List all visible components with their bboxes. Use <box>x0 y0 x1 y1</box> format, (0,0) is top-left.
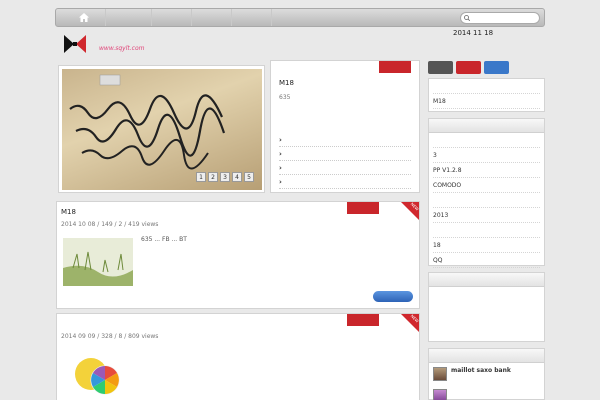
tag-grid <box>429 287 544 344</box>
list-item[interactable]: 18 <box>433 238 540 253</box>
sidebar-tab-3[interactable] <box>484 61 509 74</box>
post-category-tag[interactable] <box>347 314 379 326</box>
sidebar-tabs <box>428 61 509 74</box>
site-url: www.sqylt.com <box>99 45 145 52</box>
bowtie-logo-icon <box>64 35 86 53</box>
read-more-button[interactable] <box>373 291 413 302</box>
widget-title <box>429 349 544 363</box>
slider-image[interactable]: 1 2 3 4 5 <box>62 69 262 190</box>
nav-item-1[interactable] <box>108 9 152 26</box>
featured-post-box: M18 635 <box>270 60 420 193</box>
post-card: M18 NEW 2014 10 08 / 149 / 2 / 419 views… <box>56 201 420 309</box>
new-ribbon-label: NEW <box>409 313 420 324</box>
tag-link[interactable] <box>487 332 537 341</box>
tag-link[interactable] <box>487 304 537 313</box>
image-slider: 1 2 3 4 5 <box>58 65 265 193</box>
new-ribbon: NEW <box>401 313 420 332</box>
featured-link[interactable] <box>279 175 411 189</box>
tags-widget <box>428 272 545 342</box>
widget-title <box>429 273 544 287</box>
featured-excerpt: 635 <box>279 94 291 101</box>
tag-link[interactable] <box>487 318 537 327</box>
slider-page-4[interactable]: 4 <box>232 172 242 182</box>
slider-pagination: 1 2 3 4 5 <box>196 172 254 182</box>
post-title[interactable]: M18 <box>61 208 76 216</box>
slider-page-1[interactable]: 1 <box>196 172 206 182</box>
featured-link[interactable] <box>279 147 411 161</box>
post-excerpt: 635 ... FB ... BT <box>141 236 187 243</box>
nav-home-button[interactable] <box>62 9 106 26</box>
list-item[interactable] <box>433 193 540 208</box>
post-thumbnail[interactable] <box>63 238 133 286</box>
new-ribbon-label: NEW <box>409 201 420 212</box>
sidebar-tab-1[interactable] <box>428 61 453 74</box>
lemon-color-wheel <box>63 350 133 398</box>
top-nav-bar <box>55 8 545 27</box>
featured-tab[interactable] <box>379 61 411 73</box>
comment-body: maillot saxo bank <box>451 367 511 374</box>
widget-title <box>429 119 544 133</box>
avatar <box>433 367 447 381</box>
sidebar-top-list: M18 <box>428 78 545 112</box>
search-box <box>460 12 540 24</box>
tag-link[interactable] <box>437 304 487 313</box>
post-category-tag[interactable] <box>347 202 379 214</box>
list-item[interactable]: QQ <box>433 253 540 268</box>
search-input[interactable] <box>472 13 538 23</box>
list-item[interactable]: COMODO <box>433 178 540 193</box>
nav-item-4[interactable] <box>234 9 272 26</box>
recent-posts-list: 3 PP V1.2.8 COMODO 2013 18 QQ <box>429 133 544 268</box>
tag-link[interactable] <box>487 290 537 299</box>
list-item[interactable]: 2013 <box>433 208 540 223</box>
comment-item[interactable] <box>429 385 544 400</box>
slider-page-3[interactable]: 3 <box>220 172 230 182</box>
sidebar-tab-2[interactable] <box>456 61 481 74</box>
post-meta: 2014 09 09 / 328 / 8 / 809 views <box>61 333 159 340</box>
slider-page-2[interactable]: 2 <box>208 172 218 182</box>
home-icon <box>78 13 89 22</box>
top-list: M18 <box>429 79 544 109</box>
recent-comments-widget: maillot saxo bank <box>428 348 545 400</box>
featured-link[interactable] <box>279 161 411 175</box>
list-item[interactable]: M18 <box>433 94 540 109</box>
grass-photo <box>63 238 133 286</box>
nav-item-3[interactable] <box>194 9 232 26</box>
comment-item[interactable]: maillot saxo bank <box>429 363 544 385</box>
avatar <box>433 389 447 400</box>
recent-posts-widget: 3 PP V1.2.8 COMODO 2013 18 QQ <box>428 118 545 268</box>
list-item[interactable] <box>433 223 540 238</box>
list-item[interactable]: 3 <box>433 148 540 163</box>
new-ribbon: NEW <box>401 201 420 220</box>
nav-item-2[interactable] <box>154 9 192 26</box>
search-icon <box>464 15 470 21</box>
list-item[interactable] <box>433 79 540 94</box>
slider-page-5[interactable]: 5 <box>244 172 254 182</box>
featured-link[interactable] <box>279 133 411 147</box>
post-meta: 2014 10 08 / 149 / 2 / 419 views <box>61 221 159 228</box>
list-item[interactable] <box>433 133 540 148</box>
list-item[interactable]: PP V1.2.8 <box>433 163 540 178</box>
current-date: 2014 11 18 <box>453 29 494 37</box>
tag-link[interactable] <box>437 318 487 327</box>
featured-title[interactable]: M18 <box>279 79 411 87</box>
tag-link[interactable] <box>437 290 487 299</box>
comment-author: maillot saxo bank <box>451 367 511 374</box>
featured-link-list <box>279 133 411 189</box>
post-card: NEW 2014 09 09 / 328 / 8 / 809 views <box>56 313 420 400</box>
tag-link[interactable] <box>437 332 487 341</box>
post-thumbnail[interactable] <box>63 350 133 398</box>
